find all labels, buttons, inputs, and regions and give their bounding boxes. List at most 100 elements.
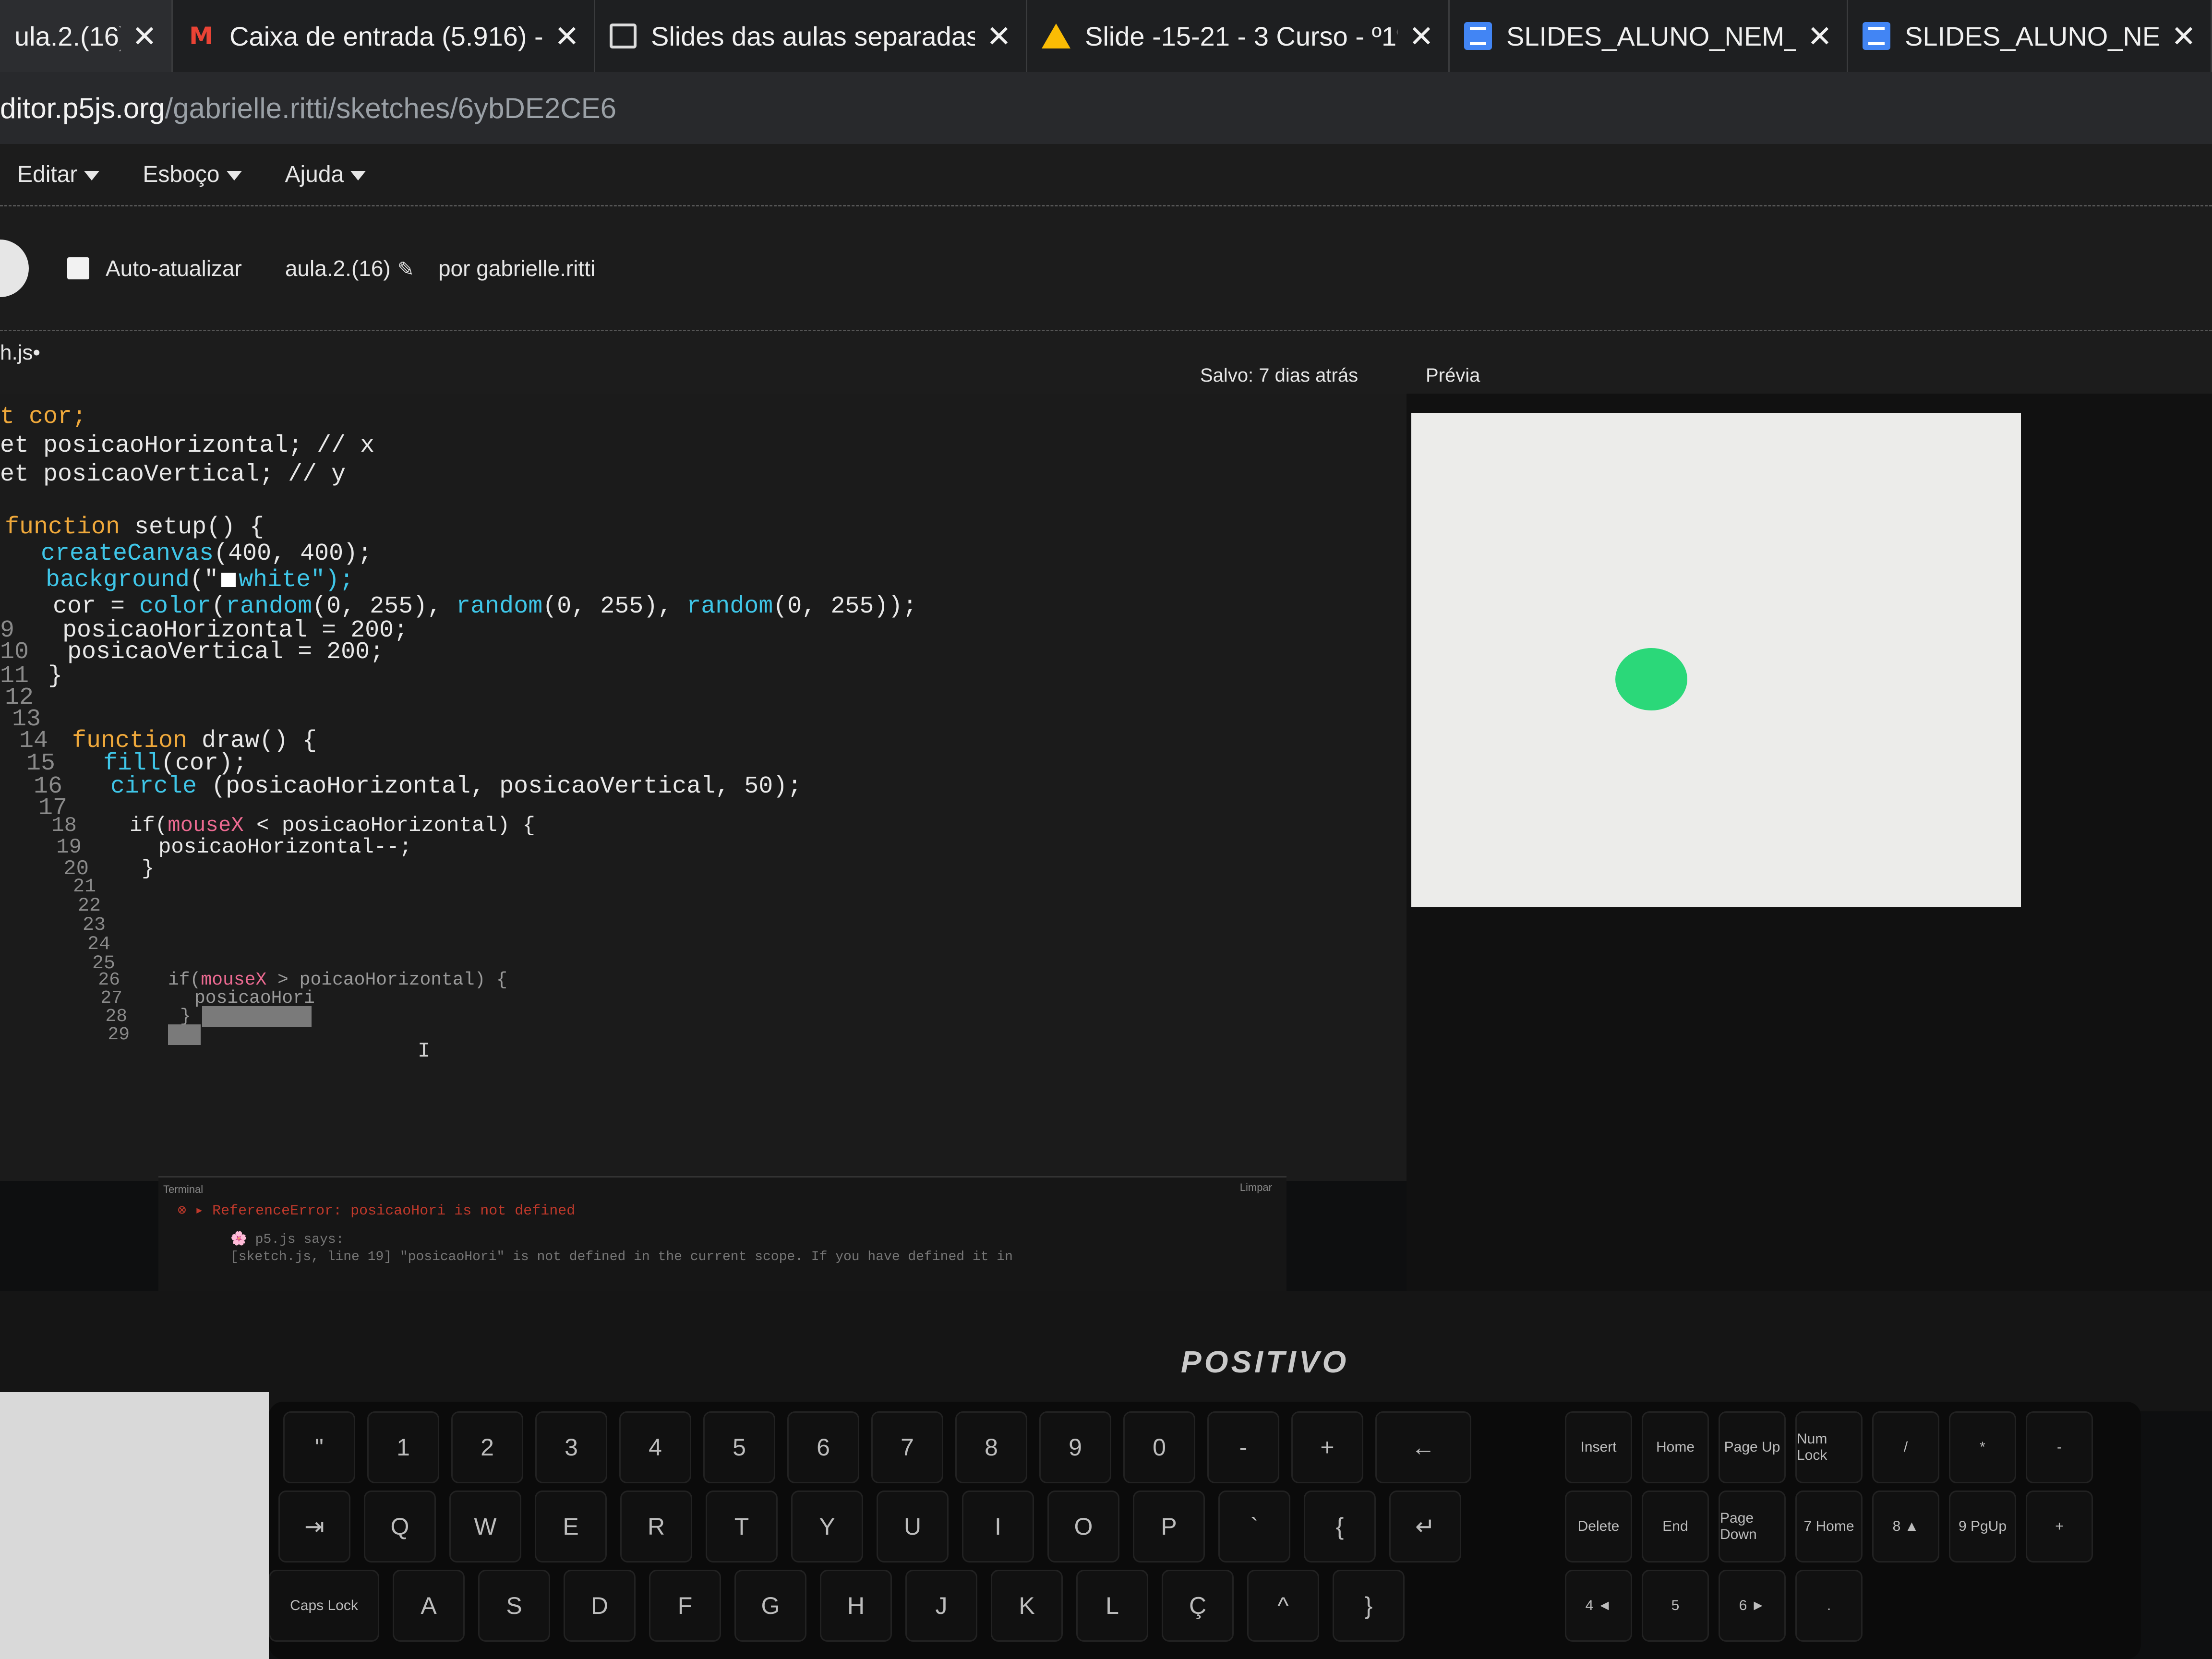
code-text: > poicaoHorizontal) {: [266, 970, 507, 990]
menu-sketch[interactable]: Esboço: [143, 161, 242, 188]
line-number: 22: [77, 895, 101, 917]
key: }: [1333, 1570, 1405, 1642]
line-number: 29: [108, 1024, 130, 1045]
close-tab-icon[interactable]: ✕: [554, 19, 579, 54]
code-function: circle: [110, 773, 197, 800]
code-text: white");: [239, 566, 354, 594]
key: 5: [1642, 1570, 1709, 1642]
menu-label: Editar: [17, 162, 78, 187]
code-editor[interactable]: t cor; et posicaoHorizontal; // x et pos…: [0, 394, 1408, 1181]
physical-keyboard: " 1 2 3 4 5 6 7 8 9 0- + ← ⇥ Q W E R T Y U I O P `{↵ Caps Lock A S D…: [269, 1402, 2141, 1659]
play-button[interactable]: [0, 239, 29, 297]
tab-gmail[interactable]: M Caixa de entrada (5.916) - gab ✕: [173, 0, 595, 72]
console-friendly-error: 🌸 p5.js says:: [230, 1232, 344, 1247]
code-line-1: t cor;: [0, 403, 86, 434]
key: K: [991, 1570, 1063, 1642]
tab-slides-folder[interactable]: Slides das aulas separadas p ✕: [595, 0, 1027, 72]
key: Y: [791, 1491, 863, 1563]
key: `: [1218, 1491, 1290, 1563]
close-tab-icon[interactable]: ✕: [1807, 19, 1832, 54]
line-number: 27: [100, 988, 122, 1009]
key: 0: [1123, 1411, 1195, 1483]
key: 6: [787, 1411, 859, 1483]
key: 1: [367, 1411, 439, 1483]
google-docs-icon: [1464, 22, 1492, 50]
key: 3: [535, 1411, 607, 1483]
close-tab-icon[interactable]: ✕: [1409, 19, 1434, 54]
key: 4: [619, 1411, 691, 1483]
console-error-line[interactable]: ⊗ ▸ ReferenceError: posicaoHori is not d…: [178, 1202, 575, 1219]
selection-highlight: [202, 1006, 312, 1027]
key: I: [962, 1491, 1034, 1563]
pencil-icon[interactable]: ✎: [397, 258, 414, 280]
line-number: 24: [87, 934, 110, 955]
code-keyword: function: [5, 514, 120, 541]
line-number: 23: [82, 914, 106, 936]
code-text: (0, 255));: [773, 593, 917, 620]
auto-refresh-label: Auto-atualizar: [106, 255, 242, 281]
code-function: random: [686, 593, 773, 620]
code-function: random: [456, 593, 543, 620]
console-clear-button[interactable]: Limpar: [1240, 1181, 1272, 1194]
url-host: ditor.p5js.org: [0, 92, 165, 124]
key: Page Down: [1719, 1491, 1786, 1563]
editor-toolbar: Auto-atualizar aula.2.(16) ✎ por gabriell…: [0, 206, 2212, 331]
key: ←: [1375, 1411, 1471, 1483]
close-tab-icon[interactable]: ✕: [132, 19, 157, 54]
code-text: t cor;: [0, 403, 87, 431]
key: /: [1872, 1411, 1939, 1483]
console-title: Terminal: [163, 1183, 204, 1195]
key: -: [2026, 1411, 2093, 1483]
address-bar[interactable]: ditor.p5js.org /gabrielle.ritti/sketches…: [0, 72, 2212, 144]
sketch-name-text: aula.2.(16): [285, 255, 391, 281]
key: 7: [871, 1411, 943, 1483]
code-line-29: 29: [0, 1024, 201, 1055]
key: -: [1207, 1411, 1279, 1483]
sketch-name[interactable]: aula.2.(16) ✎: [285, 255, 414, 281]
key: 9: [1039, 1411, 1111, 1483]
code-function: createCanvas: [41, 540, 214, 567]
code-function: random: [226, 593, 313, 620]
code-text: if(: [130, 814, 168, 838]
close-tab-icon[interactable]: ✕: [2171, 19, 2196, 54]
code-line-3: et posicaoVertical; // y: [0, 461, 346, 492]
key: 2: [451, 1411, 523, 1483]
menu-help[interactable]: Ajuda: [285, 161, 366, 188]
code-variable: mouseX: [201, 970, 267, 990]
tab-label: SLIDES_ALUNO_NEM_PC_1SE: [1506, 21, 1796, 51]
key: D: [564, 1570, 636, 1642]
caret-down-icon: [226, 171, 242, 181]
key: ⇥: [278, 1491, 350, 1563]
key: 5: [703, 1411, 775, 1483]
file-tab-sketch-js[interactable]: h.js•: [0, 341, 40, 365]
tab-p5-sketch[interactable]: ula.2.(16) ✕: [0, 0, 173, 72]
tab-label: Slide -15-21 - 3 Curso - º1ºTRI: [1085, 21, 1397, 51]
key: ↵: [1389, 1491, 1461, 1563]
key: H: [820, 1570, 892, 1642]
close-tab-icon[interactable]: ✕: [986, 19, 1011, 54]
key: W: [449, 1491, 521, 1563]
key: .: [1795, 1570, 1863, 1642]
key: G: [734, 1570, 806, 1642]
google-docs-icon: [1863, 22, 1890, 50]
caret-down-icon: [350, 171, 366, 181]
tab-docs-1[interactable]: SLIDES_ALUNO_NEM_PC_1SE ✕: [1450, 0, 1848, 72]
preview-label: Prévia: [1426, 365, 1480, 386]
desk-surface: [0, 1392, 269, 1659]
sketch-canvas[interactable]: [1411, 413, 2021, 907]
tab-drive-slide[interactable]: Slide -15-21 - 3 Curso - º1ºTRI ✕: [1027, 0, 1450, 72]
key: P: [1133, 1491, 1205, 1563]
key: Home: [1642, 1411, 1709, 1483]
menu-edit[interactable]: Editar: [17, 161, 100, 188]
key: End: [1642, 1491, 1709, 1563]
key: L: [1076, 1570, 1148, 1642]
code-text: if(: [168, 970, 201, 990]
color-swatch: [221, 572, 236, 587]
key: Num Lock: [1795, 1411, 1863, 1483]
key: 7 Home: [1795, 1491, 1863, 1563]
tab-docs-2[interactable]: SLIDES_ALUNO_NEM_PC_1SE ✕: [1848, 0, 2212, 72]
auto-refresh-checkbox[interactable]: [67, 257, 89, 279]
sketch-author[interactable]: por gabrielle.ritti: [438, 255, 595, 281]
code-text: (": [190, 566, 219, 594]
code-text: et posicaoVertical; // y: [0, 461, 346, 488]
